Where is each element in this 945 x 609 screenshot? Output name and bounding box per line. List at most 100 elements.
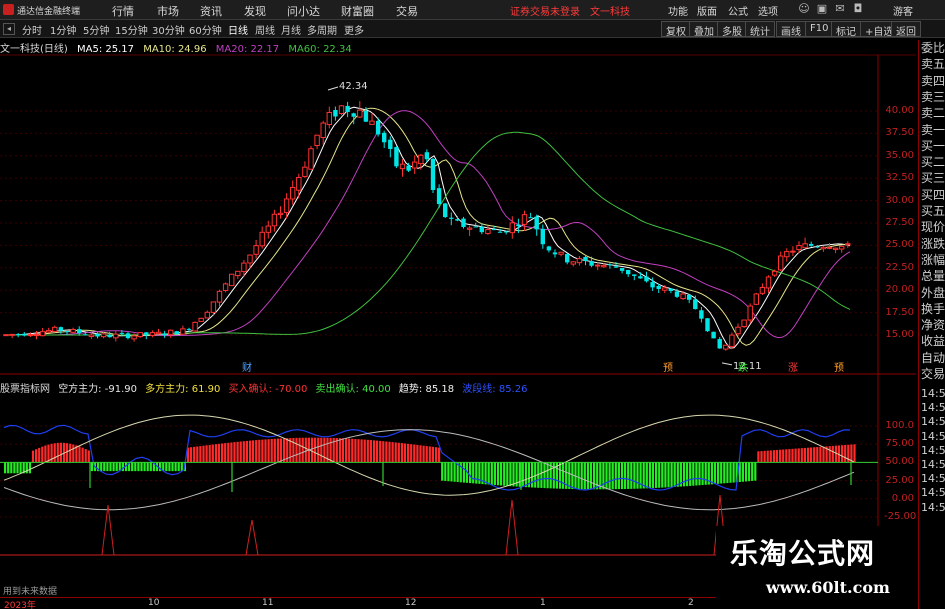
osc-bar-red — [841, 445, 844, 463]
right-panel-item[interactable]: 涨幅 — [921, 253, 945, 267]
price-tick-label: 27.50 — [885, 217, 914, 228]
right-panel-item[interactable]: 自动 — [921, 351, 945, 365]
candle-up — [509, 222, 516, 234]
osc-bar-red — [248, 440, 252, 463]
right-panel-item[interactable]: 交易 — [921, 368, 945, 381]
right-panel-item[interactable]: 14:50 — [921, 401, 945, 414]
osc-bar-green — [531, 462, 534, 488]
right-panel-item[interactable]: 卖二 — [921, 107, 945, 120]
candle-down — [479, 226, 484, 233]
candle-up — [271, 213, 278, 227]
osc-bar-green — [748, 462, 751, 482]
right-panel-item[interactable]: 14:50 — [921, 387, 945, 400]
osc-bar-red — [760, 451, 763, 463]
osc-bar-green — [617, 462, 620, 490]
candle-up — [741, 319, 747, 328]
right-panel-item[interactable]: 净资 — [921, 319, 945, 332]
right-panel-item[interactable]: 卖三 — [921, 90, 945, 104]
osc-indicator-name[interactable]: 股票指标网 — [0, 380, 50, 395]
osc-bar-red — [283, 438, 286, 463]
right-panel-item[interactable]: 14:50 — [921, 486, 945, 499]
right-panel-item[interactable]: 14:50 — [921, 415, 945, 428]
osc-bar-green — [704, 462, 707, 485]
osc-bar-red — [69, 443, 72, 463]
right-panel-item[interactable]: 涨跌 — [921, 237, 945, 251]
osc-bar-red — [193, 446, 196, 463]
right-panel-item[interactable]: 14:50 — [921, 472, 945, 485]
osc-bar-red — [295, 437, 298, 463]
candle-down — [693, 299, 698, 310]
osc-bar-green — [717, 462, 720, 484]
right-panel-item[interactable]: 14:50 — [921, 458, 945, 471]
osc-bar-green — [146, 462, 149, 472]
candle-down — [656, 285, 661, 289]
candle-up — [210, 301, 217, 313]
right-panel-item[interactable]: 卖四 — [921, 74, 945, 88]
osc-bar-green — [503, 462, 506, 486]
candle-down — [565, 254, 570, 263]
osc-bar-red — [227, 442, 230, 463]
candle-up — [259, 231, 265, 247]
candle-down — [394, 147, 399, 167]
right-panel-item[interactable]: 外盘 — [921, 286, 945, 300]
osc-bar-red — [388, 441, 391, 463]
osc-bar-red — [59, 442, 62, 463]
right-panel-item[interactable]: 14:50 — [921, 430, 945, 443]
right-panel-item[interactable]: 收益 — [921, 335, 945, 348]
main-chart[interactable]: 42.3412.11财预跌涨预 — [0, 0, 916, 597]
osc-bar-red — [329, 437, 332, 463]
osc-bar-green — [614, 462, 617, 490]
right-panel-item[interactable]: 委比 — [921, 42, 945, 55]
watermark: 乐淘公式网 www.60lt.com — [716, 526, 918, 609]
osc-bar-red — [779, 449, 782, 463]
candle-up — [247, 254, 253, 264]
osc-bar-red — [217, 443, 221, 463]
candle-down — [430, 158, 436, 190]
osc-bar-green — [602, 462, 605, 490]
osc-bar-green — [589, 462, 593, 490]
right-panel-item[interactable]: 总量 — [921, 270, 945, 283]
osc-bar-green — [729, 462, 732, 483]
candle-down — [504, 231, 509, 233]
osc-bar-red — [425, 446, 428, 463]
candle-up — [296, 176, 302, 191]
osc-bar-red — [850, 444, 853, 463]
time-label-oct: 10 — [148, 598, 160, 608]
watermark-url: www.60lt.com — [766, 578, 890, 597]
candle-up — [839, 245, 845, 250]
right-panel-item[interactable]: 换手 — [921, 302, 945, 316]
right-panel-item[interactable]: 14:50 — [921, 444, 945, 457]
osc-bar-red — [245, 440, 248, 463]
osc-bar-green — [543, 462, 546, 489]
right-panel-item[interactable]: 14:50 — [921, 501, 945, 514]
osc-bar-red — [800, 448, 803, 463]
osc-bar-red — [775, 449, 779, 463]
right-panel-item[interactable]: 买四 — [921, 188, 945, 202]
right-panel-item[interactable]: 买一 — [921, 139, 945, 153]
right-panel-item[interactable]: 买二 — [921, 156, 945, 169]
osc-bar-red — [788, 449, 791, 463]
candle-down — [619, 268, 625, 271]
candle-down — [674, 291, 680, 297]
osc-bar-red — [320, 437, 323, 463]
right-panel-item[interactable]: 买五 — [921, 205, 945, 218]
osc-bar-red — [419, 445, 422, 463]
candle-down — [382, 132, 387, 143]
candle-up — [180, 328, 186, 335]
time-label-jan: 1 — [540, 598, 546, 608]
osc-bar-red — [363, 439, 366, 463]
right-panel-item[interactable]: 买三 — [921, 172, 945, 185]
osc-bar-green — [10, 462, 13, 474]
candle-up — [729, 334, 735, 348]
candle-up — [784, 251, 790, 258]
right-panel-item[interactable]: 现价 — [921, 221, 945, 234]
candle-up — [826, 246, 833, 249]
right-panel-item[interactable]: 卖一 — [921, 123, 945, 137]
osc-bar-green — [605, 462, 608, 490]
osc-bar-red — [314, 437, 317, 463]
candle-up — [790, 250, 796, 253]
right-panel-item[interactable]: 卖五 — [921, 58, 945, 71]
candle-up — [253, 245, 259, 255]
osc-bar-green — [13, 462, 16, 474]
candle-up — [241, 262, 247, 273]
